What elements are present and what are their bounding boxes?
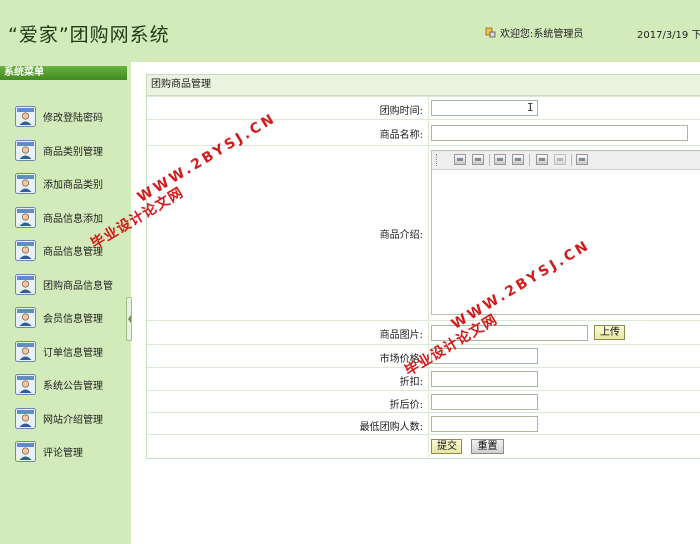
sidebar-item-11[interactable]: 评论管理	[15, 435, 113, 469]
admin-user-icon	[15, 307, 36, 329]
row-actions: 提交 重置	[147, 434, 700, 458]
row-image: 商品图片: 上传	[147, 320, 700, 344]
discount-input[interactable]	[431, 371, 538, 387]
admin-user-icon	[15, 139, 36, 161]
row-divider	[428, 146, 429, 320]
discounted-price-label: 折后价:	[389, 400, 423, 411]
sidebar-item-label: 会员信息管理	[43, 314, 103, 326]
group-time-label: 团购时间:	[379, 106, 423, 117]
sidebar-item-label: 网站介绍管理	[43, 414, 103, 426]
admin-user-icon	[15, 106, 36, 128]
row-divider	[428, 120, 429, 145]
sidebar-item-10[interactable]: 网站介绍管理	[15, 402, 113, 436]
toolbar-separator	[529, 154, 530, 166]
editor-unlink-icon[interactable]	[554, 154, 566, 165]
sidebar-item-label: 添加商品类别	[43, 180, 103, 192]
admin-user-icon	[15, 173, 36, 195]
intro-label: 商品介绍:	[379, 230, 423, 241]
sidebar-item-label: 系统公告管理	[43, 381, 103, 393]
username: 系统管理员	[533, 29, 584, 40]
sidebar-item-label: 商品类别管理	[43, 146, 103, 158]
app-title: “爱家”团购网系统	[8, 24, 170, 46]
welcome-area: 欢迎您: 系统管理员	[485, 25, 583, 40]
image-label: 商品图片:	[379, 330, 423, 341]
row-discounted-price: 折后价:	[147, 390, 700, 412]
sidebar-item-9[interactable]: 系统公告管理	[15, 368, 113, 402]
sidebar-item-label: 评论管理	[43, 448, 83, 460]
row-name: 商品名称:	[147, 119, 700, 145]
min-buyers-input[interactable]	[431, 416, 538, 432]
sidebar-item-label: 订单信息管理	[43, 347, 103, 359]
row-market-price: 市场价格:	[147, 344, 700, 367]
row-min-buyers: 最低团购人数:	[147, 412, 700, 434]
sidebar-item-7[interactable]: 会员信息管理	[15, 301, 113, 335]
submit-button[interactable]: 提交	[431, 439, 462, 454]
upload-button[interactable]: 上传	[594, 325, 625, 340]
datetime: 2017/3/19 下午	[637, 30, 700, 41]
sidebar-collapse-handle[interactable]	[126, 297, 132, 341]
toolbar-separator	[489, 154, 490, 166]
discounted-price-input[interactable]	[431, 394, 538, 410]
sidebar-item-5[interactable]: 商品信息管理	[15, 234, 113, 268]
text-cursor-icon: I	[527, 101, 534, 114]
sidebar-item-1[interactable]: 修改登陆密码	[15, 100, 113, 134]
toolbar-separator	[571, 154, 572, 166]
admin-user-icon	[15, 407, 36, 429]
name-input[interactable]	[431, 125, 688, 141]
name-label: 商品名称:	[379, 130, 423, 141]
image-path-input[interactable]	[431, 325, 588, 341]
row-divider	[428, 321, 429, 344]
editor-align-center-icon[interactable]	[512, 154, 524, 165]
row-divider	[428, 345, 429, 367]
discount-label: 折扣:	[399, 377, 423, 388]
sidebar-item-label: 商品信息管理	[43, 247, 103, 259]
row-divider	[428, 413, 429, 434]
min-buyers-label: 最低团购人数:	[359, 422, 423, 433]
admin-user-icon	[15, 240, 36, 262]
panel-title: 团购商品管理	[147, 75, 700, 96]
row-divider	[428, 391, 429, 412]
row-divider	[428, 368, 429, 390]
market-price-input[interactable]	[431, 348, 538, 364]
row-divider	[428, 435, 429, 458]
editor-link-icon[interactable]	[536, 154, 548, 165]
intro-rich-editor[interactable]	[431, 150, 700, 315]
row-divider	[428, 97, 429, 119]
sidebar-item-8[interactable]: 订单信息管理	[15, 335, 113, 369]
editor-toolbar	[432, 151, 700, 170]
sidebar-item-3[interactable]: 添加商品类别	[15, 167, 113, 201]
sidebar-item-2[interactable]: 商品类别管理	[15, 134, 113, 168]
market-price-label: 市场价格:	[379, 354, 423, 365]
top-header: “爱家”团购网系统 欢迎您: 系统管理员 2017/3/19 下午	[0, 0, 700, 62]
group-time-input[interactable]	[431, 100, 538, 116]
user-lock-icon	[485, 27, 496, 38]
row-intro: 商品介绍:	[147, 145, 700, 320]
admin-user-icon	[15, 340, 36, 362]
row-discount: 折扣:	[147, 367, 700, 390]
toolbar-grip-icon	[436, 154, 439, 166]
editor-align-left-icon[interactable]	[494, 154, 506, 165]
main-panel: 团购商品管理 团购时间: I 商品名称: 商品介绍: 商品图片: 上传 市场价格…	[146, 74, 700, 459]
editor-bold-icon[interactable]	[454, 154, 466, 165]
admin-user-icon	[15, 441, 36, 463]
row-group-time: 团购时间: I	[147, 96, 700, 119]
admin-user-icon	[15, 273, 36, 295]
sidebar-menu: 修改登陆密码 商品类别管理 添加商品类别 商品信息添加 商品信息管理 团购商品信息管 会员信…	[15, 100, 113, 469]
admin-user-icon	[15, 374, 36, 396]
editor-image-icon[interactable]	[576, 154, 588, 165]
sidebar-item-4[interactable]: 商品信息添加	[15, 201, 113, 235]
sidebar-item-label: 团购商品信息管	[43, 280, 113, 292]
admin-user-icon	[15, 206, 36, 228]
reset-button[interactable]: 重置	[471, 439, 504, 454]
sidebar-item-6[interactable]: 团购商品信息管	[15, 268, 113, 302]
sidebar-item-label: 修改登陆密码	[43, 113, 103, 125]
editor-italic-icon[interactable]	[472, 154, 484, 165]
menu-title: 系统菜单	[0, 66, 127, 80]
welcome-prefix: 欢迎您:	[500, 29, 534, 40]
sidebar-item-label: 商品信息添加	[43, 213, 103, 225]
